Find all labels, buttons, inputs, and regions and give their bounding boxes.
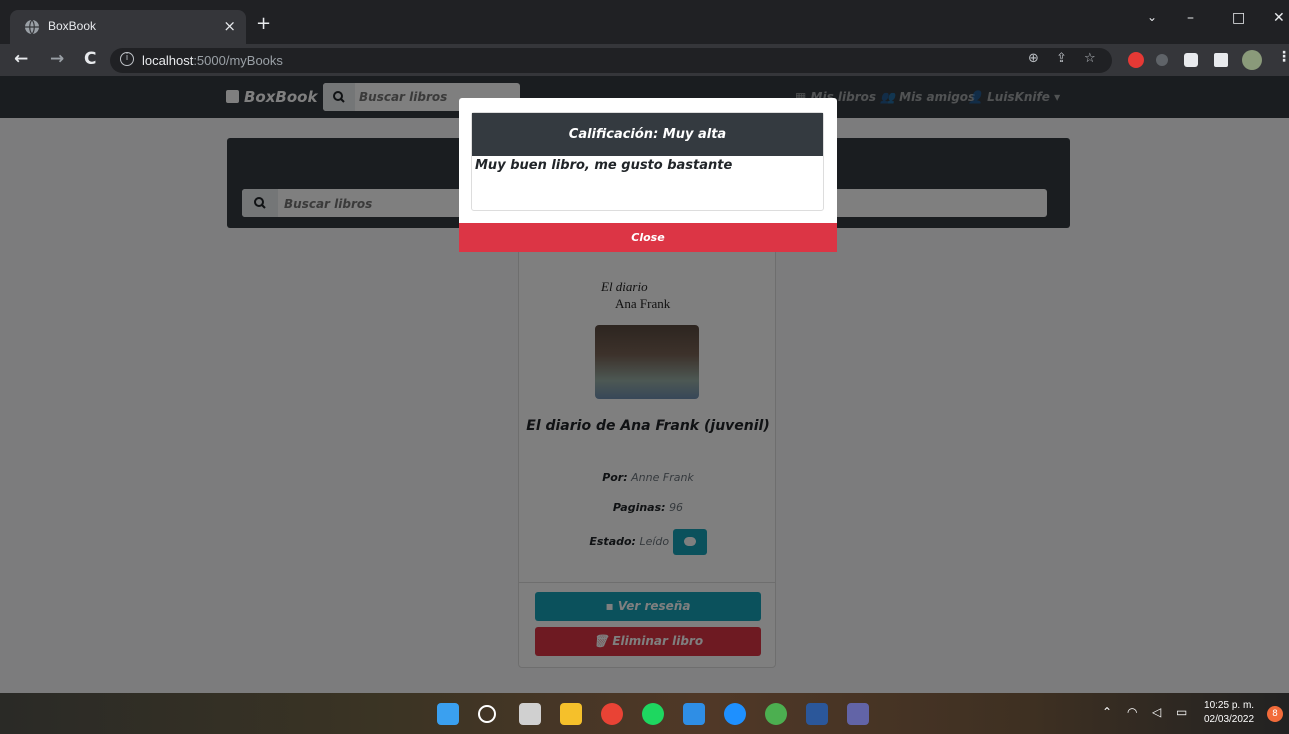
- clock-time: 10:25 p. m.: [1204, 700, 1255, 711]
- tab-close-icon[interactable]: ×: [223, 17, 236, 35]
- extensions-puzzle-icon[interactable]: [1184, 53, 1198, 67]
- tab-search-icon[interactable]: ⌄: [1147, 10, 1157, 24]
- windows-taskbar: ⌃ ◠ ◁ ▭ 10:25 p. m. 02/03/2022 8: [0, 693, 1289, 734]
- extension-adblock-icon[interactable]: [1128, 52, 1144, 68]
- browser-tab-bar: BoxBook × + ⌄ – □ ✕: [0, 0, 1289, 44]
- share-icon[interactable]: ⇪: [1056, 51, 1067, 66]
- battery-icon[interactable]: ▭: [1176, 705, 1187, 719]
- window-close-button[interactable]: ✕: [1273, 10, 1285, 26]
- minimize-button[interactable]: –: [1187, 10, 1194, 26]
- modal-close-button[interactable]: Close: [459, 223, 837, 252]
- clock[interactable]: 10:25 p. m. 02/03/2022: [1204, 699, 1254, 727]
- more-menu-icon[interactable]: ⋮: [1277, 49, 1289, 65]
- chrome-icon[interactable]: [601, 703, 623, 725]
- wifi-icon[interactable]: ◠: [1127, 705, 1137, 719]
- search-icon[interactable]: [478, 705, 496, 723]
- browser-tab[interactable]: BoxBook ×: [10, 10, 246, 44]
- modal-body-text: Muy buen libro, me gusto bastante: [475, 158, 733, 173]
- task-view-icon[interactable]: [519, 703, 541, 725]
- clock-date: 02/03/2022: [1204, 714, 1255, 725]
- start-icon[interactable]: [437, 703, 459, 725]
- extension-icon[interactable]: [1156, 54, 1168, 66]
- site-info-icon[interactable]: i: [120, 52, 134, 66]
- page: BoxBook ▦ Mis libros 👥 Mis amigos 👤 Luis…: [0, 76, 1289, 693]
- restore-button[interactable]: □: [1232, 10, 1245, 26]
- globe-icon: [25, 19, 39, 35]
- url-host: localhost: [142, 53, 194, 68]
- url-path: :5000/myBooks: [193, 53, 283, 68]
- notification-badge[interactable]: 8: [1267, 706, 1283, 722]
- bookmark-star-icon[interactable]: ☆: [1084, 51, 1096, 66]
- omnibox[interactable]: i localhost:5000/myBooks ⊕ ⇪ ☆: [110, 48, 1112, 73]
- app-icon[interactable]: [724, 703, 746, 725]
- reload-icon[interactable]: C: [84, 49, 96, 69]
- address-bar-row: ← → C i localhost:5000/myBooks ⊕ ⇪ ☆ ⋮: [0, 44, 1289, 76]
- url-text[interactable]: localhost:5000/myBooks: [142, 53, 283, 68]
- vscode-icon[interactable]: [683, 703, 705, 725]
- word-icon[interactable]: [806, 703, 828, 725]
- tray-chevron-icon[interactable]: ⌃: [1102, 705, 1112, 719]
- forward-icon[interactable]: →: [50, 49, 64, 69]
- file-explorer-icon[interactable]: [560, 703, 582, 725]
- spotify-icon[interactable]: [642, 703, 664, 725]
- new-tab-button[interactable]: +: [256, 13, 271, 34]
- teams-icon[interactable]: [847, 703, 869, 725]
- zoom-icon[interactable]: ⊕: [1028, 51, 1039, 66]
- screen: BoxBook × + ⌄ – □ ✕ ← → C i localhost:50…: [0, 0, 1289, 734]
- hs-icon[interactable]: [765, 703, 787, 725]
- side-panel-icon[interactable]: [1214, 53, 1228, 67]
- volume-icon[interactable]: ◁: [1152, 705, 1161, 719]
- profile-avatar[interactable]: [1242, 50, 1262, 70]
- rating-modal: Calificación: Muy alta Muy buen libro, m…: [459, 98, 837, 252]
- modal-title: Calificación: Muy alta: [472, 113, 823, 156]
- back-icon[interactable]: ←: [14, 49, 28, 69]
- tab-title: BoxBook: [48, 19, 97, 33]
